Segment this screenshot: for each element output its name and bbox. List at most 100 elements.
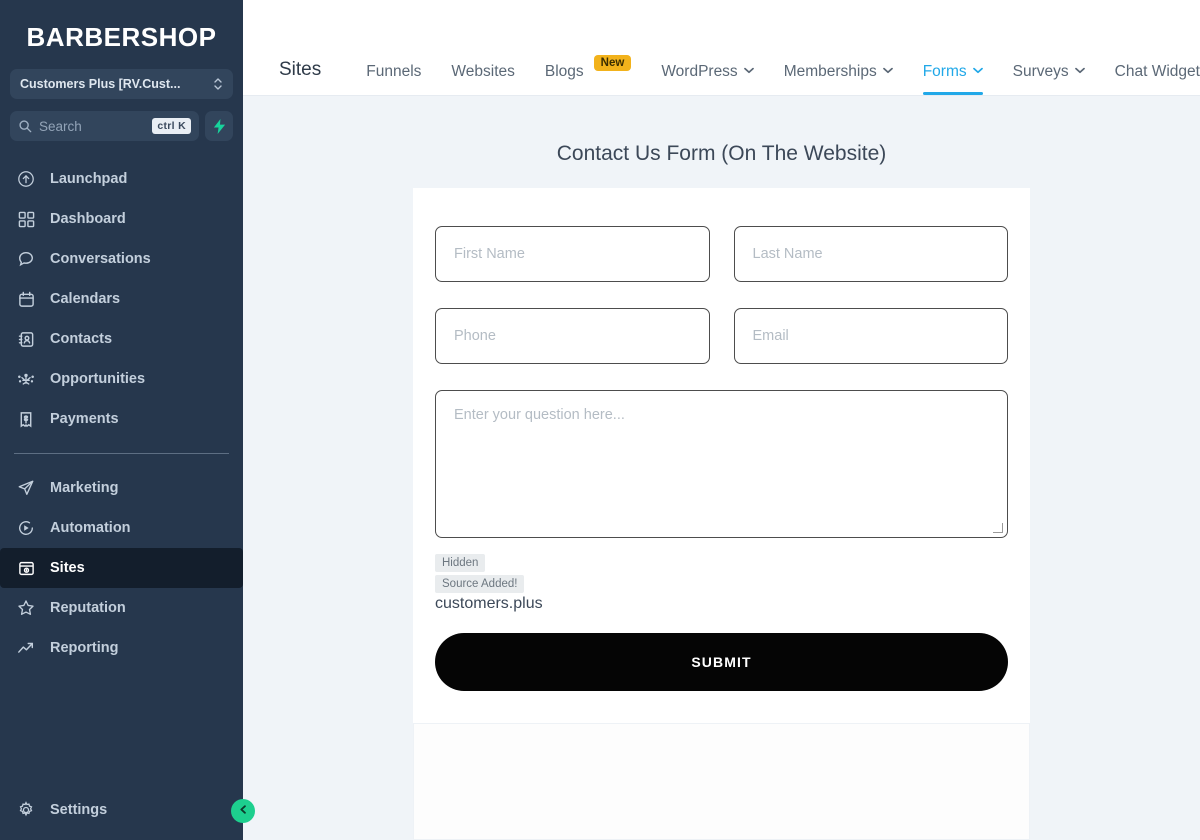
sidebar-divider (14, 453, 229, 454)
grid-dashboard-icon (16, 209, 36, 229)
hidden-chip: Hidden (435, 554, 486, 572)
app-root: BARBERSHOP Customers Plus [RV.Cust... Se… (0, 0, 1200, 840)
last-name-input[interactable]: Last Name (733, 226, 1008, 282)
sidebar-item-sites[interactable]: Sites (0, 548, 243, 588)
tab-label: WordPress (661, 63, 738, 80)
first-name-input[interactable]: First Name (435, 226, 710, 282)
tab-label: Blogs (544, 63, 584, 80)
source-added-chip: Source Added! (435, 575, 525, 593)
sidebar-item-label: Payments (50, 411, 119, 427)
sidebar-item-label: Sites (50, 560, 85, 576)
sidebar-item-label: Conversations (50, 251, 151, 267)
sidebar: BARBERSHOP Customers Plus [RV.Cust... Se… (0, 0, 255, 840)
lightning-bolt-icon[interactable] (205, 111, 233, 141)
sidebar-nav-secondary: Marketing Automation Sites Reputation Re… (0, 468, 243, 668)
email-placeholder: Email (752, 328, 789, 344)
tab-label: Surveys (1012, 63, 1069, 80)
sidebar-item-launchpad[interactable]: Launchpad (0, 159, 243, 199)
search-shortcut-badge: ctrl K (152, 118, 191, 134)
tab-label: Forms (922, 63, 967, 80)
last-name-placeholder: Last Name (752, 246, 823, 262)
sidebar-item-automation[interactable]: Automation (0, 508, 243, 548)
gear-icon (16, 800, 36, 820)
chevron-down-icon (972, 67, 983, 77)
tab-forms[interactable]: Forms (908, 63, 998, 95)
hidden-field-value: customers.plus (435, 595, 543, 612)
sidebar-item-reporting[interactable]: Reporting (0, 628, 243, 668)
form-next-section (413, 723, 1030, 840)
sidebar-item-opportunities[interactable]: Opportunities (0, 359, 243, 399)
funnel-nodes-icon (16, 369, 36, 389)
play-circle-icon (16, 518, 36, 538)
calendar-icon (16, 289, 36, 309)
hidden-field-chips: Hidden Source Added! (435, 554, 1008, 593)
submit-button[interactable]: SUBMIT (435, 633, 1008, 691)
form-preview-canvas: Contact Us Form (On The Website) First N… (243, 96, 1200, 840)
topnav-section-title: Sites (279, 59, 322, 80)
sidebar-item-label: Marketing (50, 480, 119, 496)
sidebar-item-calendars[interactable]: Calendars (0, 279, 243, 319)
sidebar-item-label: Reputation (50, 600, 126, 616)
tab-label: Memberships (783, 63, 877, 80)
tab-websites[interactable]: Websites (436, 63, 529, 95)
phone-placeholder: Phone (454, 328, 496, 344)
sidebar-item-conversations[interactable]: Conversations (0, 239, 243, 279)
tab-label: Websites (451, 63, 515, 80)
chevron-down-icon (882, 67, 893, 77)
sidebar-item-settings[interactable]: Settings (0, 790, 243, 830)
tab-blogs[interactable]: Blogs New (530, 55, 646, 95)
sidebar-item-contacts[interactable]: Contacts (0, 319, 243, 359)
form-row-name: First Name Last Name (435, 226, 1008, 282)
form-row-contact: Phone Email (435, 308, 1008, 364)
updown-stepper-icon (213, 77, 223, 91)
email-input[interactable]: Email (733, 308, 1008, 364)
search-icon (18, 119, 32, 133)
sidebar-nav-primary: Launchpad Dashboard Conversations Calend… (0, 159, 243, 439)
location-switcher-label: Customers Plus [RV.Cust... (20, 77, 181, 91)
sidebar-item-label: Settings (50, 802, 108, 818)
rocket-launch-icon (16, 169, 36, 189)
search-input[interactable]: Search ctrl K (10, 111, 199, 141)
sidebar-item-label: Calendars (50, 291, 121, 307)
star-icon (16, 598, 36, 618)
first-name-placeholder: First Name (454, 246, 525, 262)
question-textarea[interactable]: Enter your question here... (435, 390, 1008, 538)
form-title: Contact Us Form (On The Website) (556, 142, 887, 165)
sidebar-item-reputation[interactable]: Reputation (0, 588, 243, 628)
chevron-down-icon (743, 67, 754, 77)
top-navigation-bar: Sites Funnels Websites Blogs New WordPre… (243, 0, 1200, 96)
tab-label: Funnels (366, 63, 422, 80)
chevron-down-icon (1074, 67, 1085, 77)
sidebar-item-dashboard[interactable]: Dashboard (0, 199, 243, 239)
paper-plane-icon (16, 478, 36, 498)
sidebar-item-marketing[interactable]: Marketing (0, 468, 243, 508)
chat-bubble-icon (16, 249, 36, 269)
chevron-left-icon (238, 804, 249, 818)
top-navigation: Sites Funnels Websites Blogs New WordPre… (243, 55, 1200, 95)
tab-surveys[interactable]: Surveys (998, 63, 1100, 95)
sidebar-item-label: Automation (50, 520, 131, 536)
tab-label: Chat Widget (1114, 63, 1200, 80)
trend-up-icon (16, 638, 36, 658)
sidebar-item-label: Opportunities (50, 371, 146, 387)
sidebar-search-row: Search ctrl K (10, 111, 233, 141)
question-placeholder: Enter your question here... (454, 407, 625, 423)
sidebar-item-label: Launchpad (50, 171, 128, 187)
contact-form-card: First Name Last Name Phone Email Enter y… (413, 188, 1030, 723)
sidebar-item-payments[interactable]: Payments (0, 399, 243, 439)
location-switcher[interactable]: Customers Plus [RV.Cust... (10, 69, 233, 99)
sidebar-item-label: Reporting (50, 640, 119, 656)
tab-wordpress[interactable]: WordPress (646, 63, 768, 95)
receipt-dollar-icon (16, 409, 36, 429)
search-placeholder: Search (39, 118, 82, 134)
contact-book-icon (16, 329, 36, 349)
tab-memberships[interactable]: Memberships (769, 63, 908, 95)
phone-input[interactable]: Phone (435, 308, 710, 364)
brand-title: BARBERSHOP (26, 22, 217, 52)
sidebar-nav-footer: Settings (0, 790, 243, 840)
sidebar-collapse-button[interactable] (231, 799, 255, 823)
tab-funnels[interactable]: Funnels (351, 63, 436, 95)
sidebar-item-label: Contacts (50, 331, 113, 347)
tab-chat-widget[interactable]: Chat Widget (1100, 63, 1200, 95)
